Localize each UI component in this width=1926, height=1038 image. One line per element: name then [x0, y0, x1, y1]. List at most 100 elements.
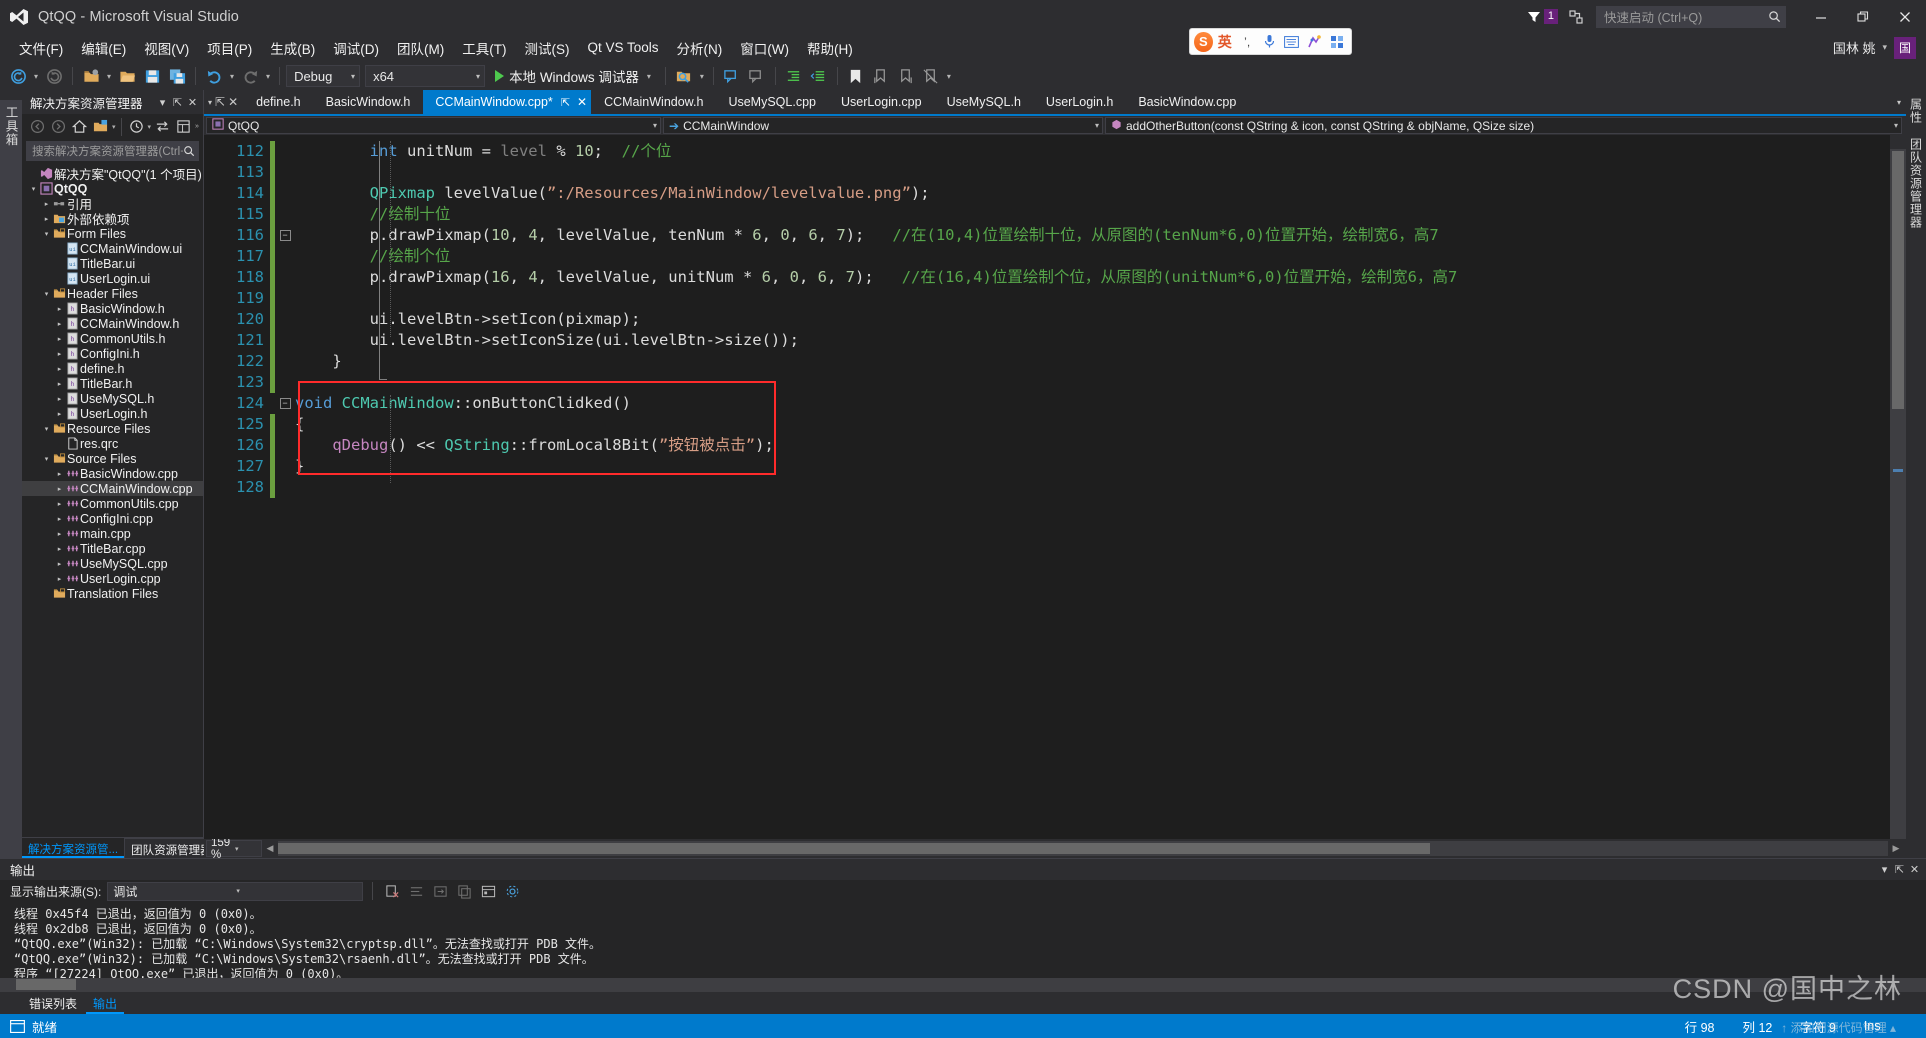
expand-arrow-icon[interactable]: ▾: [28, 185, 39, 193]
editor-tab-define.h[interactable]: define.h: [244, 90, 314, 114]
tree-item-titlebar.cpp[interactable]: ▸ TitleBar.cpp: [22, 541, 203, 556]
editor-tab-basicwindow.cpp[interactable]: BasicWindow.cpp: [1126, 90, 1250, 114]
collapse-arrow-icon[interactable]: ▸: [54, 515, 65, 523]
collapse-arrow-icon[interactable]: ▸: [54, 335, 65, 343]
collapse-arrow-icon[interactable]: ▸: [54, 305, 65, 313]
apps-grid-icon[interactable]: [1327, 31, 1347, 52]
output-scroll-thumb[interactable]: [16, 979, 76, 991]
redo-button[interactable]: [238, 64, 262, 88]
toolbox-tab-label[interactable]: 工具箱: [0, 100, 24, 858]
collapse-arrow-icon[interactable]: ▸: [54, 545, 65, 553]
ime-punctuation-icon[interactable]: ’,: [1237, 31, 1257, 52]
solution-explorer-search-input[interactable]: 搜索解决方案资源管理器(Ctrl+;: [26, 141, 199, 161]
nav-project-combo[interactable]: QtQQ ▾: [206, 117, 661, 134]
minimize-button[interactable]: [1800, 0, 1842, 33]
tree-item-translation-files[interactable]: Translation Files: [22, 586, 203, 601]
collapse-region-icon[interactable]: −: [279, 230, 291, 241]
undo-dropdown-icon[interactable]: ▾: [227, 72, 237, 81]
tree-item-configini.h[interactable]: ▸ h ConfigIni.h: [22, 346, 203, 361]
toolbar-overflow-icon[interactable]: ▾: [944, 72, 954, 81]
output-horizontal-scrollbar[interactable]: [0, 977, 1926, 993]
tree-item-header-files[interactable]: ▾ Header Files: [22, 286, 203, 301]
menu-item-qt-vs-tools[interactable]: Qt VS Tools: [579, 37, 668, 58]
close-icon[interactable]: ✕: [1907, 863, 1922, 876]
save-all-button[interactable]: [165, 64, 189, 88]
decrease-indent-button[interactable]: [807, 64, 831, 88]
toolbox-rail[interactable]: 工具箱: [0, 90, 24, 858]
horizontal-scroll-track[interactable]: [278, 841, 1888, 856]
code-text-area[interactable]: int unitNum = level % 10; //个位 QPixmap l…: [295, 135, 1890, 839]
collapse-arrow-icon[interactable]: ▸: [54, 320, 65, 328]
tree-item-ccmainwindow.h[interactable]: ▸ h CCMainWindow.h: [22, 316, 203, 331]
save-button[interactable]: [140, 64, 164, 88]
outlining-cell[interactable]: −: [275, 225, 295, 246]
menu-item-tools[interactable]: 工具(T): [453, 35, 515, 61]
solution-configuration-combo[interactable]: Debug ▾: [286, 65, 361, 87]
expand-arrow-icon[interactable]: ▾: [41, 230, 52, 238]
settings-icon[interactable]: [502, 881, 522, 901]
editor-tab-basicwindow.h[interactable]: BasicWindow.h: [314, 90, 424, 114]
copy-icon[interactable]: [454, 881, 474, 901]
tree-item-commonutils.h[interactable]: ▸ h CommonUtils.h: [22, 331, 203, 346]
find-in-files-button[interactable]: [672, 64, 696, 88]
tree-item-basicwindow.h[interactable]: ▸ h BasicWindow.h: [22, 301, 203, 316]
tree-item-resource-files[interactable]: ▾ Resource Files: [22, 421, 203, 436]
keyboard-icon[interactable]: [1282, 31, 1302, 52]
tree-item-usemysql.cpp[interactable]: ▸ UseMySQL.cpp: [22, 556, 203, 571]
nav-class-combo[interactable]: ➔ CCMainWindow ▾: [663, 117, 1103, 134]
navigate-backward-button[interactable]: [6, 64, 30, 88]
tree-item-commonutils.cpp[interactable]: ▸ CommonUtils.cpp: [22, 496, 203, 511]
collapse-arrow-icon[interactable]: ▸: [54, 350, 65, 358]
sogou-logo-icon[interactable]: S: [1194, 31, 1213, 52]
close-button[interactable]: [1884, 0, 1926, 33]
menu-item-file[interactable]: 文件(F): [10, 35, 72, 61]
next-bookmark-button[interactable]: [894, 64, 918, 88]
tree-item-titlebar.ui[interactable]: ui TitleBar.ui: [22, 256, 203, 271]
solution-platform-combo[interactable]: x64 ▾: [365, 65, 486, 87]
navigate-forward-button[interactable]: [42, 64, 66, 88]
toggle-timestamp-icon[interactable]: [478, 881, 498, 901]
restore-button[interactable]: [1842, 0, 1884, 33]
menu-item-help[interactable]: 帮助(H): [798, 35, 862, 61]
avatar[interactable]: 国: [1894, 36, 1916, 59]
collapse-arrow-icon[interactable]: ▸: [54, 560, 65, 568]
sync-icon[interactable]: [153, 117, 172, 136]
ime-mode-label[interactable]: 英: [1215, 31, 1235, 52]
tree-item-define.h[interactable]: ▸ h define.h: [22, 361, 203, 376]
breakpoint-gutter[interactable]: [204, 135, 212, 839]
collapse-arrow-icon[interactable]: ▸: [54, 395, 65, 403]
clear-all-icon[interactable]: [382, 881, 402, 901]
undo-button[interactable]: [202, 64, 226, 88]
account-area[interactable]: 国林 姚 ▾ 国: [1833, 33, 1916, 62]
home-icon[interactable]: [70, 117, 89, 136]
previous-bookmark-button[interactable]: [869, 64, 893, 88]
chevron-down-icon-tabs[interactable]: ▾: [1897, 98, 1901, 107]
collapse-arrow-icon[interactable]: ▸: [54, 365, 65, 373]
start-debugging-button[interactable]: 本地 Windows 调试器 ▾: [490, 64, 659, 88]
team-explorer-tab-label[interactable]: 团队资源管理器: [1908, 138, 1925, 229]
close-icon[interactable]: ✕: [185, 96, 200, 109]
properties-tab-label[interactable]: 属性: [1908, 98, 1925, 124]
forward-icon[interactable]: [49, 117, 68, 136]
solution-tree[interactable]: 解决方案"QtQQ"(1 个项目) ▾ QtQQ ▸ 引用 ▸ 外部依赖项 ▾ Form Fil…: [22, 164, 203, 837]
close-icon[interactable]: ✕: [228, 95, 238, 109]
close-icon[interactable]: ✕: [577, 95, 587, 109]
editor-tab-userlogin.cpp[interactable]: UserLogin.cpp: [829, 90, 935, 114]
editor-vertical-scrollbar[interactable]: [1890, 135, 1906, 839]
vertical-scroll-thumb[interactable]: [1892, 151, 1904, 409]
tab-error-list[interactable]: 错误列表: [22, 992, 84, 1014]
menu-item-analyze[interactable]: 分析(N): [668, 35, 732, 61]
collapse-arrow-icon[interactable]: ▸: [41, 200, 52, 208]
pin-icon[interactable]: ⇱: [170, 96, 185, 109]
editor-tab-userlogin.h[interactable]: UserLogin.h: [1034, 90, 1127, 114]
editor-tab-ccmainwindow.cpp-[interactable]: CCMainWindow.cpp* ⇱ ✕: [423, 90, 593, 114]
find-dropdown-icon[interactable]: ▾: [697, 72, 707, 81]
chevron-down-icon[interactable]: ▾: [155, 96, 170, 109]
new-project-dropdown-icon[interactable]: ▾: [104, 72, 114, 81]
collapse-arrow-icon[interactable]: ▸: [54, 500, 65, 508]
output-source-combo[interactable]: 调试 ▾: [107, 881, 364, 901]
menu-item-project[interactable]: 项目(P): [198, 35, 261, 61]
tree-item-userlogin.h[interactable]: ▸ h UserLogin.h: [22, 406, 203, 421]
menu-item-view[interactable]: 视图(V): [135, 35, 198, 61]
editor-tab-ccmainwindow.h[interactable]: CCMainWindow.h: [592, 90, 717, 114]
